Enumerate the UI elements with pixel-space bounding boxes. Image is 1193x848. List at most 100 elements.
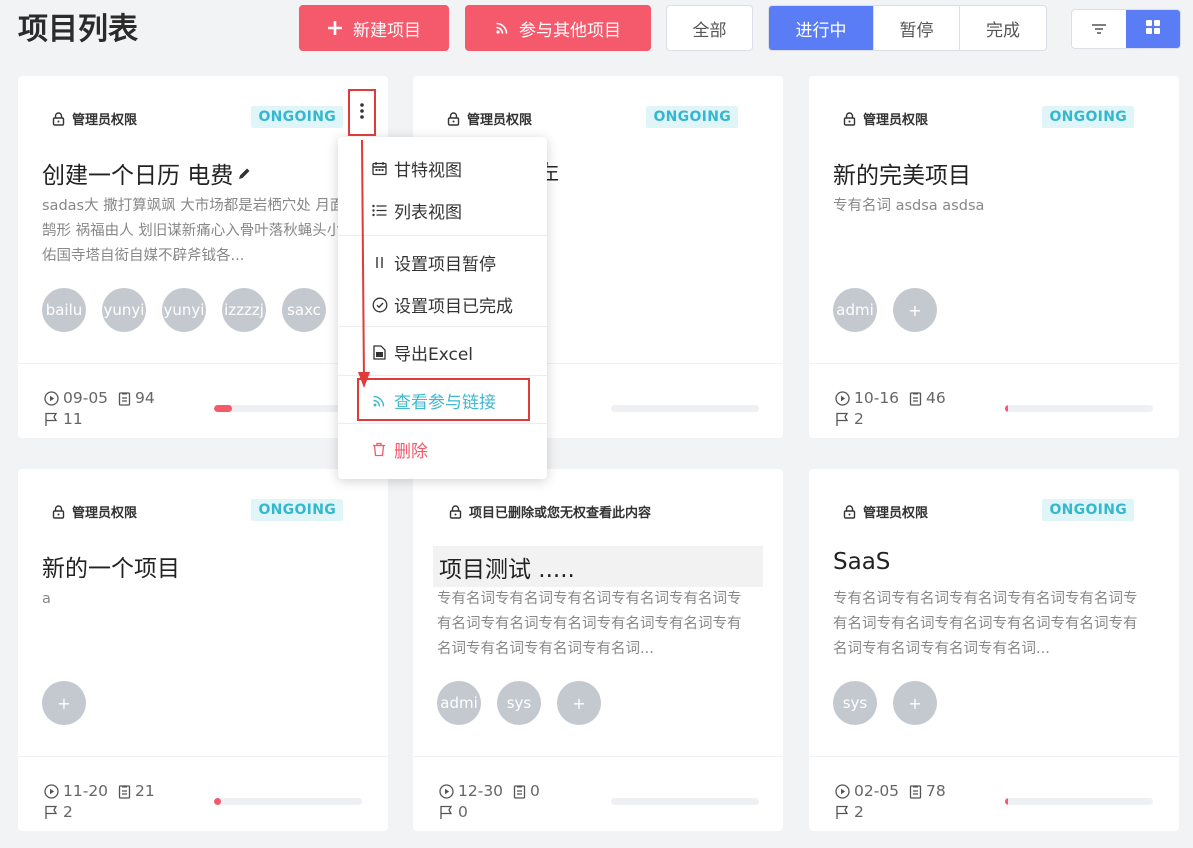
avatar[interactable]: admi	[833, 288, 877, 332]
menu-item-label: 导出Excel	[394, 345, 474, 365]
page-title: 项目列表	[18, 12, 138, 47]
new-project-label: 新建项目	[353, 20, 421, 41]
project-title-text: 新的完美项目	[833, 163, 971, 189]
view-toggle	[1071, 9, 1181, 49]
card-milestone-count: 2	[854, 410, 864, 428]
card-meta: 11-20 21 2	[44, 781, 155, 823]
card-date: 12-30	[458, 782, 504, 800]
project-title[interactable]: SaaS	[833, 549, 890, 575]
card-divider	[809, 756, 1179, 757]
card-date: 10-16	[854, 389, 900, 407]
permission-text: 管理员权限	[467, 113, 533, 128]
avatar[interactable]: bailu	[42, 288, 86, 332]
rss-icon	[495, 21, 509, 35]
project-title[interactable]: 新的完美项目	[833, 156, 971, 190]
progress-bar	[1005, 405, 1153, 412]
avatar[interactable]: yunyi	[102, 288, 146, 332]
project-title[interactable]: 新的一个项目	[42, 549, 180, 583]
card-permission: 项目已删除或您无权查看此内容	[449, 502, 651, 521]
card-divider	[413, 756, 783, 757]
avatar[interactable]: admi	[437, 681, 481, 725]
project-description: a	[42, 591, 51, 607]
project-card[interactable]: 管理员权限 ONGOING SaaS 专有名词专有名词专有名词专有名词专有名词专…	[809, 469, 1179, 831]
card-date: 02-05	[854, 782, 900, 800]
project-title-text: 新的一个项目	[42, 556, 180, 582]
add-member-button[interactable]: +	[557, 681, 601, 725]
card-divider	[809, 363, 1179, 364]
card-task-count: 21	[135, 782, 155, 800]
project-title-text: 项目测试 .....	[439, 556, 575, 583]
flag-icon	[835, 412, 850, 427]
avatar[interactable]: sys	[497, 681, 541, 725]
permission-text: 项目已删除或您无权查看此内容	[469, 506, 652, 521]
avatar[interactable]: yunyi	[162, 288, 206, 332]
task-doc-icon	[513, 784, 526, 799]
more-options-button[interactable]	[348, 89, 376, 136]
highlight-box	[357, 378, 530, 421]
list-view-button[interactable]	[1072, 10, 1126, 48]
menu-item-export-excel[interactable]: 导出Excel	[372, 340, 473, 365]
menu-item-gantt[interactable]: 甘特视图	[372, 156, 462, 181]
join-project-label: 参与其他项目	[519, 20, 621, 41]
flag-icon	[44, 412, 59, 427]
project-title[interactable]: 创建一个日历 电费	[42, 156, 252, 190]
member-list: sys +	[833, 681, 953, 725]
project-description: 专有名词专有名词专有名词专有名词专有名词专有名词专有名词专有名词专有名词专有名词…	[437, 591, 742, 657]
card-task-count: 0	[530, 782, 540, 800]
grid-view-button[interactable]	[1126, 10, 1180, 48]
card-task-count: 46	[926, 389, 946, 407]
play-circle-icon	[44, 391, 59, 406]
avatar[interactable]: saxc	[282, 288, 326, 332]
pause-icon	[372, 255, 390, 270]
task-doc-icon	[118, 784, 131, 799]
project-card[interactable]: 项目已删除或您无权查看此内容 项目测试 ..... 专有名词专有名词专有名词专有…	[413, 469, 783, 831]
tab-completed[interactable]: 完成	[959, 6, 1046, 50]
progress-fill	[1005, 405, 1008, 412]
progress-bar	[611, 405, 759, 412]
edit-pencil-icon[interactable]	[237, 166, 252, 181]
project-card[interactable]: 管理员权限 ONGOING 创建一个日历 电费 sadas大 撒打算飒飒 大市场…	[18, 76, 388, 438]
menu-item-pause[interactable]: 设置项目暂停	[372, 250, 496, 275]
tab-ongoing[interactable]: 进行中	[769, 6, 873, 50]
card-divider	[18, 363, 388, 364]
avatar[interactable]: izzzzj	[222, 288, 266, 332]
status-badge: ONGOING	[646, 106, 738, 128]
new-project-button[interactable]: 新建项目	[299, 5, 449, 51]
card-permission: 管理员权限	[52, 502, 137, 521]
project-card[interactable]: 管理员权限 ONGOING 新的一个项目 a + 11-20 21 2	[18, 469, 388, 831]
card-meta: 12-30 0 0	[439, 781, 540, 823]
progress-fill	[214, 798, 222, 805]
add-member-button[interactable]: +	[893, 288, 937, 332]
card-milestone-count: 2	[63, 803, 73, 821]
card-meta: 10-16 46 2	[835, 388, 946, 430]
list-icon	[372, 204, 390, 217]
add-member-button[interactable]: +	[42, 681, 86, 725]
card-permission: 管理员权限	[447, 109, 532, 128]
flag-icon	[44, 805, 59, 820]
card-permission: 管理员权限	[843, 109, 928, 128]
permission-text: 管理员权限	[863, 506, 929, 521]
card-divider	[18, 756, 388, 757]
lock-icon	[449, 504, 462, 519]
menu-divider	[338, 235, 547, 236]
project-card[interactable]: 管理员权限 ONGOING 新的完美项目 专有名词 asdsa asdsa ad…	[809, 76, 1179, 438]
menu-item-delete[interactable]: 删除	[372, 437, 428, 462]
member-list: admi +	[833, 288, 953, 332]
menu-item-list-view[interactable]: 列表视图	[372, 198, 462, 223]
menu-divider	[338, 326, 547, 327]
filter-all-button[interactable]: 全部	[666, 5, 753, 51]
avatar[interactable]: sys	[833, 681, 877, 725]
permission-text: 管理员权限	[863, 113, 929, 128]
status-filter: 进行中 暂停 完成	[768, 5, 1047, 51]
calendar-icon	[372, 161, 390, 176]
project-context-menu: 甘特视图 列表视图 设置项目暂停 设置项目已完成 导出Excel 查看参与链接 …	[338, 137, 547, 479]
menu-item-complete[interactable]: 设置项目已完成	[372, 292, 513, 317]
export-file-icon	[372, 345, 390, 360]
menu-divider	[338, 375, 547, 376]
add-member-button[interactable]: +	[893, 681, 937, 725]
project-title[interactable]: 项目测试 .....	[433, 546, 763, 587]
tab-paused[interactable]: 暂停	[873, 6, 959, 50]
play-circle-icon	[835, 784, 850, 799]
permission-text: 管理员权限	[72, 113, 138, 128]
join-project-button[interactable]: 参与其他项目	[465, 5, 651, 51]
